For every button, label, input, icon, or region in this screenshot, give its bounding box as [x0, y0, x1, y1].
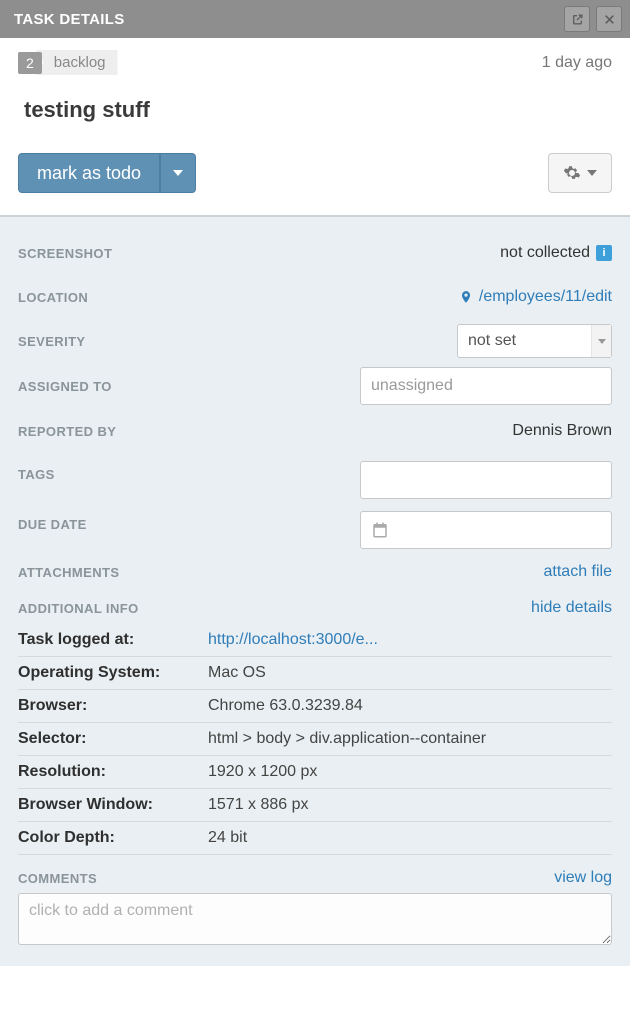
info-row-depth: Color Depth: 24 bit: [18, 822, 612, 855]
calendar-icon: [371, 521, 389, 539]
task-title: testing stuff: [18, 97, 612, 123]
row-assigned: ASSIGNED TO: [18, 363, 612, 409]
info-value: 1571 x 886 px: [208, 789, 612, 822]
info-value: Mac OS: [208, 657, 612, 690]
label-assigned: ASSIGNED TO: [18, 379, 112, 394]
info-label: Task logged at:: [18, 623, 208, 657]
chevron-down-icon: [587, 170, 597, 176]
close-icon: [603, 13, 616, 26]
info-row-os: Operating System: Mac OS: [18, 657, 612, 690]
row-duedate: DUE DATE: [18, 503, 612, 553]
row-screenshot: SCREENSHOT not collected i: [18, 231, 612, 275]
label-comments: COMMENTS: [18, 871, 97, 886]
severity-value: not set: [468, 332, 516, 350]
mark-as-todo-button[interactable]: mark as todo: [18, 153, 160, 193]
info-label: Browser:: [18, 690, 208, 723]
task-stage-badge[interactable]: backlog: [36, 50, 118, 75]
hide-details-link[interactable]: hide details: [531, 599, 612, 617]
header-actions: mark as todo: [18, 153, 612, 193]
popout-button[interactable]: [564, 6, 590, 32]
label-additional-info: ADDITIONAL INFO: [18, 601, 139, 616]
severity-select[interactable]: not set: [457, 324, 612, 358]
info-value: 24 bit: [208, 822, 612, 855]
info-label: Color Depth:: [18, 822, 208, 855]
external-link-icon: [571, 13, 584, 26]
duedate-input[interactable]: [360, 511, 612, 549]
value-screenshot: not collected i: [500, 244, 612, 262]
view-log-link[interactable]: view log: [554, 869, 612, 887]
info-label: Selector:: [18, 723, 208, 756]
attach-file-link[interactable]: attach file: [544, 563, 612, 581]
breadcrumb: 2 backlog: [18, 50, 118, 75]
info-row-selector: Selector: html > body > div.application-…: [18, 723, 612, 756]
label-screenshot: SCREENSHOT: [18, 246, 112, 261]
comment-input[interactable]: [18, 893, 612, 945]
titlebar: TASK DETAILS: [0, 0, 630, 38]
reported-by-value: Dennis Brown: [512, 422, 612, 440]
value-location[interactable]: /employees/11/edit: [459, 288, 612, 306]
task-header: 2 backlog 1 day ago testing stuff mark a…: [0, 38, 630, 215]
task-details-panel: SCREENSHOT not collected i LOCATION /emp…: [0, 215, 630, 966]
info-value: 1920 x 1200 px: [208, 756, 612, 789]
chevron-down-icon: [173, 170, 183, 176]
location-path: /employees/11/edit: [479, 288, 612, 306]
gear-icon: [563, 164, 581, 182]
task-id-badge[interactable]: 2: [18, 52, 42, 74]
header-top-row: 2 backlog 1 day ago: [18, 50, 612, 75]
row-tags: TAGS: [18, 453, 612, 503]
row-reported: REPORTED BY Dennis Brown: [18, 409, 612, 453]
tags-input[interactable]: [360, 461, 612, 499]
titlebar-actions: [564, 6, 622, 32]
label-severity: SEVERITY: [18, 334, 86, 349]
label-reported: REPORTED BY: [18, 424, 116, 439]
row-attachments: ATTACHMENTS attach file: [18, 563, 612, 581]
screenshot-status-text: not collected: [500, 244, 590, 262]
row-severity: SEVERITY not set: [18, 319, 612, 363]
info-label: Resolution:: [18, 756, 208, 789]
logged-at-link[interactable]: http://localhost:3000/e...: [208, 631, 378, 648]
info-icon[interactable]: i: [596, 245, 612, 261]
info-row-window: Browser Window: 1571 x 886 px: [18, 789, 612, 822]
info-label: Operating System:: [18, 657, 208, 690]
mark-as-todo-group: mark as todo: [18, 153, 196, 193]
info-value: Chrome 63.0.3239.84: [208, 690, 612, 723]
chevron-down-icon: [591, 325, 611, 357]
additional-info-table: Task logged at: http://localhost:3000/e.…: [18, 623, 612, 855]
info-value: html > body > div.application--container: [208, 723, 612, 756]
info-row-browser: Browser: Chrome 63.0.3239.84: [18, 690, 612, 723]
label-duedate: DUE DATE: [18, 517, 87, 532]
assigned-to-input[interactable]: [360, 367, 612, 405]
row-location: LOCATION /employees/11/edit: [18, 275, 612, 319]
label-tags: TAGS: [18, 467, 55, 482]
info-row-resolution: Resolution: 1920 x 1200 px: [18, 756, 612, 789]
label-attachments: ATTACHMENTS: [18, 565, 119, 580]
mark-as-todo-dropdown[interactable]: [160, 153, 196, 193]
row-comments: COMMENTS view log: [18, 869, 612, 887]
settings-button[interactable]: [548, 153, 612, 193]
titlebar-title: TASK DETAILS: [14, 11, 125, 28]
info-label: Browser Window:: [18, 789, 208, 822]
task-age: 1 day ago: [542, 54, 612, 72]
info-row-logged-at: Task logged at: http://localhost:3000/e.…: [18, 623, 612, 657]
label-location: LOCATION: [18, 290, 88, 305]
close-button[interactable]: [596, 6, 622, 32]
pin-icon: [459, 290, 473, 304]
row-additional-info: ADDITIONAL INFO hide details: [18, 599, 612, 617]
